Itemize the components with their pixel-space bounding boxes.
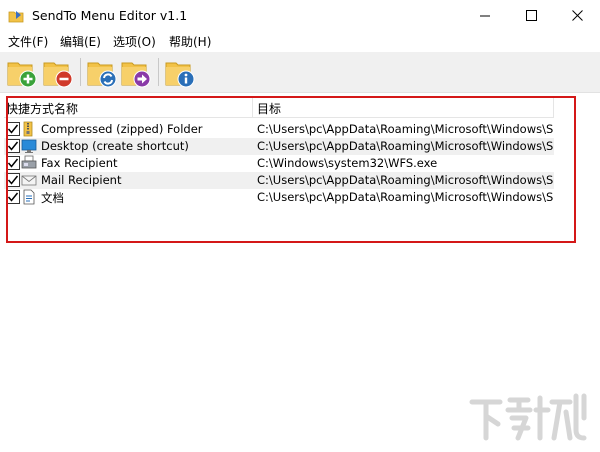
maximize-icon [525, 10, 537, 21]
toolbar-separator [80, 58, 81, 86]
app-icon [8, 11, 24, 23]
highlight-box [6, 96, 576, 243]
refresh-button[interactable] [86, 55, 118, 89]
close-button[interactable] [554, 0, 600, 31]
minimize-button[interactable] [462, 0, 508, 31]
toolbar [0, 52, 600, 93]
maximize-button[interactable] [508, 0, 554, 31]
watermark-logo [469, 393, 587, 441]
minimize-icon [479, 15, 490, 17]
menu-help[interactable]: 帮助(H) [167, 33, 213, 50]
remove-shortcut-button[interactable] [42, 55, 74, 89]
toolbar-separator [158, 58, 159, 86]
about-button[interactable] [164, 55, 196, 89]
title-bar: SendTo Menu Editor v1.1 [0, 0, 600, 31]
send-to-button[interactable] [120, 55, 152, 89]
menu-edit[interactable]: 编辑(E) [58, 33, 103, 50]
window-title: SendTo Menu Editor v1.1 [32, 8, 188, 23]
menu-options[interactable]: 选项(O) [111, 33, 158, 50]
close-icon [571, 10, 583, 21]
add-shortcut-button[interactable] [6, 55, 38, 89]
menu-bar: 文件(F) 编辑(E) 选项(O) 帮助(H) [0, 31, 600, 51]
menu-file[interactable]: 文件(F) [6, 33, 50, 50]
